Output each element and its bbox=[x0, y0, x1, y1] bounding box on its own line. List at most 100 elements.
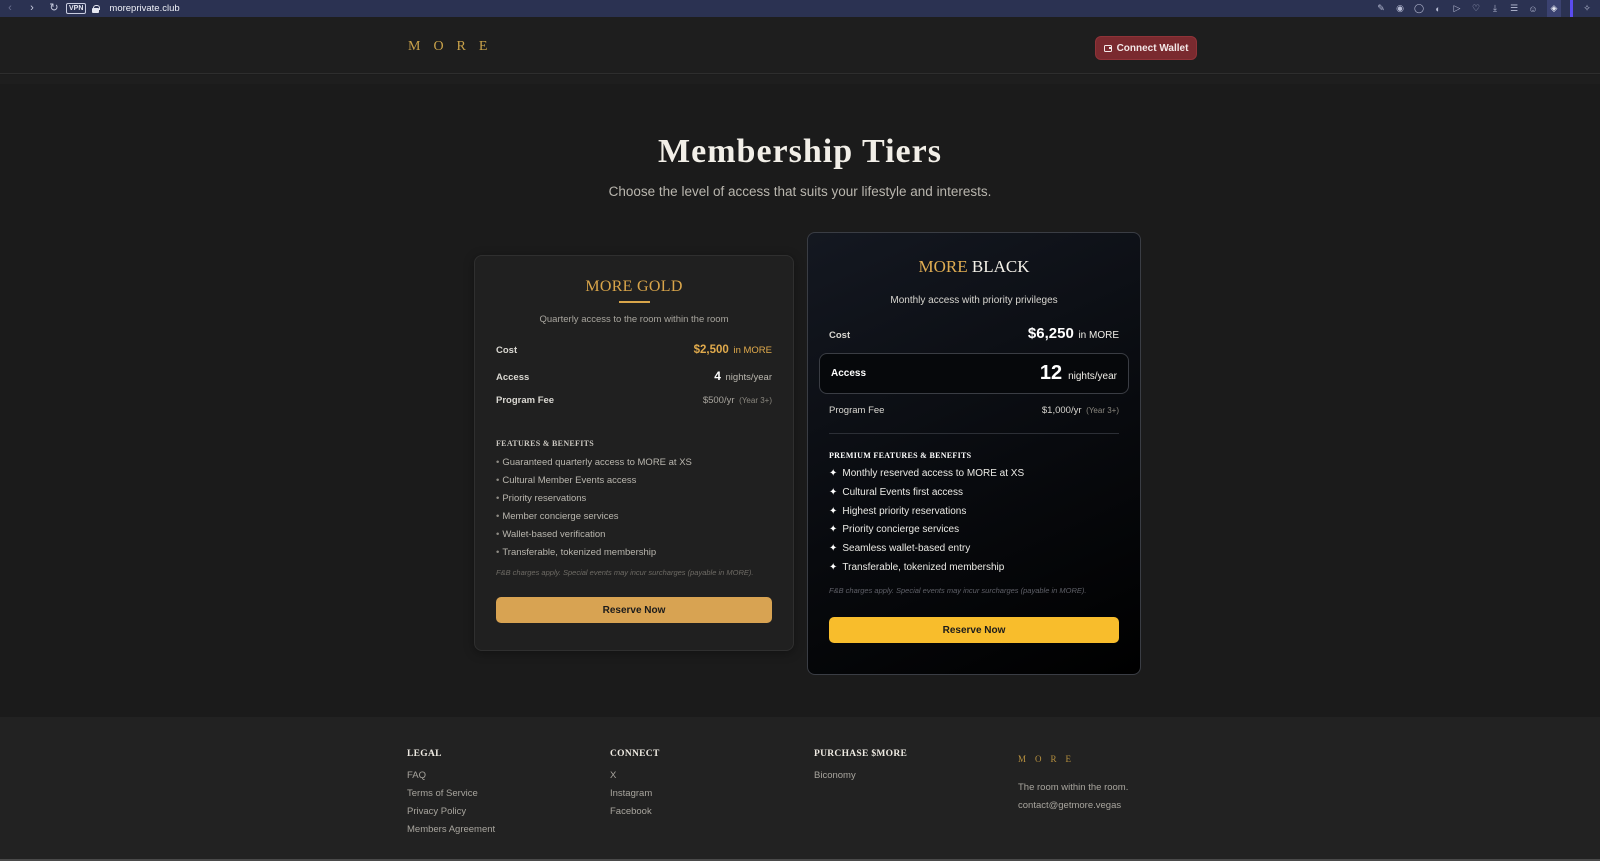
puzzle-icon[interactable]: ✧ bbox=[1582, 3, 1592, 14]
connect-wallet-label: Connect Wallet bbox=[1116, 42, 1189, 54]
vpn-badge[interactable]: VPN bbox=[66, 3, 87, 14]
sidebar-accent bbox=[1570, 0, 1573, 17]
footer-connect: CONNECT X Instagram Facebook bbox=[610, 749, 660, 824]
menu-icon[interactable]: ☰ bbox=[1509, 3, 1519, 14]
download-icon[interactable]: ⤓ bbox=[1490, 3, 1500, 14]
footer-tagline: The room within the room. bbox=[1018, 782, 1129, 793]
page-subtitle: Choose the level of access that suits yo… bbox=[608, 184, 992, 199]
access-label: Access bbox=[496, 372, 530, 383]
site-header: MORE Connect Wallet bbox=[0, 17, 1600, 74]
sparkle-icon: ✦ bbox=[829, 524, 838, 536]
profile-icon[interactable]: ☺ bbox=[1528, 4, 1538, 14]
list-item: ✦ Highest priority reservations bbox=[829, 505, 967, 517]
cost-unit: in MORE bbox=[733, 345, 772, 356]
forward-icon[interactable]: › bbox=[26, 0, 38, 17]
gold-reserve-button[interactable]: Reserve Now bbox=[496, 597, 772, 623]
back-icon[interactable]: ‹ bbox=[4, 0, 16, 17]
footer-link-instagram[interactable]: Instagram bbox=[610, 788, 660, 806]
connect-wallet-button[interactable]: Connect Wallet bbox=[1095, 36, 1197, 60]
play-icon[interactable]: ▷ bbox=[1452, 3, 1462, 14]
membership-section: Membership Tiers Choose the level of acc… bbox=[0, 84, 1600, 717]
heart-icon[interactable]: ♡ bbox=[1471, 3, 1481, 14]
header-band bbox=[0, 75, 1600, 84]
footer-logo: MORE bbox=[1018, 754, 1081, 764]
footer-legal: LEGAL FAQ Terms of Service Privacy Polic… bbox=[407, 749, 495, 842]
black-fine-print: F&B charges apply. Special events may in… bbox=[829, 586, 1087, 595]
list-item: ✦ Seamless wallet-based entry bbox=[829, 543, 971, 555]
black-features-list: ✦ Monthly reserved access to MORE at XS ✦… bbox=[829, 467, 1130, 580]
sparkle-icon: ✦ bbox=[829, 543, 838, 555]
bullet-icon: • bbox=[496, 457, 500, 468]
list-item: ✦ Transferable, tokenized membership bbox=[829, 561, 1005, 573]
footer-link-privacy[interactable]: Privacy Policy bbox=[407, 806, 495, 824]
fee-note: (Year 3+) bbox=[739, 396, 772, 405]
browser-toolbar: ‹ › ↻ VPN moreprivate.club ✎ ◉ ◯ ◐ ▷ ♡ ⤓… bbox=[0, 0, 1600, 17]
black-features-title: PREMIUM FEATURES & BENEFITS bbox=[829, 451, 972, 460]
black-tier-name: MORE BLACK bbox=[918, 257, 1030, 276]
black-fee-row: Program Fee $1,000/yr (Year 3+) bbox=[829, 405, 1119, 416]
list-item: • Cultural Member Events access bbox=[496, 475, 637, 486]
site-logo[interactable]: MORE bbox=[408, 39, 500, 55]
list-item: ✦ Priority concierge services bbox=[829, 524, 960, 536]
footer-link-faq[interactable]: FAQ bbox=[407, 770, 495, 788]
black-cost-row: Cost $6,250 in MORE bbox=[829, 325, 1119, 342]
list-item: • Member concierge services bbox=[496, 511, 619, 522]
edit-icon[interactable]: ✎ bbox=[1376, 3, 1386, 14]
fee-value: $1,000/yr bbox=[1041, 405, 1082, 416]
footer-link-x[interactable]: X bbox=[610, 770, 660, 788]
page-title: Membership Tiers bbox=[658, 133, 942, 170]
cost-value: $2,500 bbox=[693, 344, 729, 356]
footer-link-members-agreement[interactable]: Members Agreement bbox=[407, 824, 495, 842]
gold-access-row: Access 4 nights/year bbox=[496, 369, 772, 383]
list-item: • Guaranteed quarterly access to MORE at … bbox=[496, 457, 692, 468]
cost-unit: in MORE bbox=[1078, 330, 1119, 341]
footer-email[interactable]: contact@getmore.vegas bbox=[1018, 800, 1128, 818]
fee-note: (Year 3+) bbox=[1086, 406, 1119, 415]
sparkle-icon: ✦ bbox=[829, 468, 838, 479]
fee-label: Program Fee bbox=[496, 395, 555, 406]
extension-icon[interactable]: ◈ bbox=[1547, 0, 1561, 17]
address-bar[interactable]: moreprivate.club bbox=[109, 3, 179, 14]
bullet-icon: • bbox=[496, 493, 500, 504]
gold-underline bbox=[619, 301, 650, 303]
gold-features-list: • Guaranteed quarterly access to MORE at … bbox=[496, 456, 783, 564]
list-item: • Transferable, tokenized membership bbox=[496, 547, 657, 558]
translate-icon[interactable]: ◐ bbox=[1433, 4, 1443, 14]
footer-link-facebook[interactable]: Facebook bbox=[610, 806, 660, 824]
gold-tier-name: MORE GOLD bbox=[585, 278, 683, 295]
access-unit: nights/year bbox=[725, 372, 772, 383]
wallet-icon bbox=[1103, 44, 1112, 52]
access-value: 4 bbox=[714, 369, 721, 383]
bullet-icon: • bbox=[496, 475, 500, 486]
black-tier-card: MORE BLACK Monthly access with priority … bbox=[807, 232, 1141, 675]
footer-link-biconomy[interactable]: Biconomy bbox=[814, 770, 907, 788]
lock-icon bbox=[92, 4, 101, 13]
bullet-icon: • bbox=[496, 529, 500, 540]
list-item: ✦ Monthly reserved access to MORE at XS bbox=[829, 468, 1025, 479]
bullet-icon: • bbox=[496, 511, 500, 522]
gold-tier-description: Quarterly access to the room within the … bbox=[539, 314, 729, 325]
list-item: • Wallet-based verification bbox=[496, 529, 606, 540]
fee-value: $500/yr bbox=[702, 395, 735, 406]
access-unit: nights/year bbox=[1068, 371, 1117, 382]
black-tier-description: Monthly access with priority privileges bbox=[890, 295, 1058, 306]
sparkle-icon: ✦ bbox=[829, 486, 838, 498]
shield-icon[interactable]: ◯ bbox=[1414, 3, 1424, 14]
list-item: ✦ Cultural Events first access bbox=[829, 486, 963, 498]
footer-purchase-title: PURCHASE $MORE bbox=[814, 749, 908, 759]
access-value: 12 bbox=[1039, 362, 1063, 384]
camera-icon[interactable]: ◉ bbox=[1395, 3, 1405, 14]
bullet-icon: • bbox=[496, 547, 500, 558]
footer-link-terms[interactable]: Terms of Service bbox=[407, 788, 495, 806]
gold-tier-card: MORE GOLD Quarterly access to the room w… bbox=[474, 255, 794, 651]
reload-icon[interactable]: ↻ bbox=[48, 0, 60, 17]
fee-label: Program Fee bbox=[829, 405, 885, 416]
gold-fee-row: Program Fee $500/yr (Year 3+) bbox=[496, 395, 772, 406]
sparkle-icon: ✦ bbox=[829, 561, 838, 573]
gold-features-title: FEATURES & BENEFITS bbox=[496, 439, 595, 448]
black-reserve-button[interactable]: Reserve Now bbox=[829, 617, 1119, 643]
cost-value: $6,250 bbox=[1027, 325, 1074, 342]
footer-brand: MORE The room within the room. contact@g… bbox=[1018, 749, 1128, 818]
gold-cost-row: Cost $2,500 in MORE bbox=[496, 344, 772, 356]
cost-label: Cost bbox=[829, 330, 851, 341]
